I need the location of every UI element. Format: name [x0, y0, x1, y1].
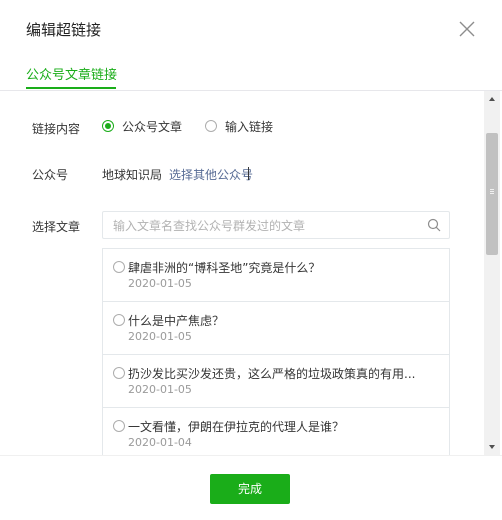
radio-unchecked-icon[interactable]: [113, 314, 125, 326]
article-date: 2020-01-04: [128, 436, 192, 449]
select-other-account-link[interactable]: 选择其他公众号: [169, 166, 253, 183]
account-name: 地球知识局: [102, 168, 163, 182]
article-list: 肆虐非洲的“博科圣地”究竟是什么？ 2020-01-05 什么是中产焦虑？ 20…: [102, 248, 450, 455]
article-search[interactable]: [102, 211, 450, 240]
article-label: 选择文章: [32, 220, 81, 234]
done-button[interactable]: 完成: [210, 474, 290, 504]
text-cursor: [248, 167, 249, 180]
radio-article-label: 公众号文章: [122, 119, 183, 134]
content-label: 链接内容: [32, 122, 81, 136]
radio-checked-icon[interactable]: [102, 120, 114, 132]
list-item[interactable]: 肆虐非洲的“博科圣地”究竟是什么？ 2020-01-05: [103, 249, 449, 302]
radio-input-link-label: 输入链接: [225, 119, 274, 134]
radio-unchecked-icon[interactable]: [113, 367, 125, 379]
search-icon[interactable]: [427, 218, 441, 232]
article-date: 2020-01-05: [128, 383, 192, 396]
radio-unchecked-icon[interactable]: [113, 261, 125, 273]
radio-input-link[interactable]: 输入链接: [205, 118, 273, 134]
list-item[interactable]: 什么是中产焦虑？ 2020-01-05: [103, 302, 449, 355]
article-search-input[interactable]: [111, 212, 425, 240]
article-date: 2020-01-05: [128, 330, 192, 343]
article-title: 肆虐非洲的“博科圣地”究竟是什么？: [128, 261, 321, 275]
radio-article[interactable]: 公众号文章: [102, 118, 182, 134]
article-date: 2020-01-05: [128, 277, 192, 290]
dialog-footer: 完成: [0, 455, 502, 520]
grip-icon: [490, 189, 494, 190]
article-title: 什么是中产焦虑？: [128, 314, 225, 328]
list-item[interactable]: 扔沙发比买沙发还贵，这么严格的垃圾政策真的有用... 2020-01-05: [103, 355, 449, 408]
vertical-scrollbar[interactable]: [484, 91, 500, 455]
radio-unchecked-icon[interactable]: [113, 420, 125, 432]
dialog-title: 编辑超链接: [26, 21, 102, 39]
scrollbar-thumb[interactable]: [486, 133, 498, 255]
account-label: 公众号: [32, 168, 69, 182]
article-title: 扔沙发比买沙发还贵，这么严格的垃圾政策真的有用...: [128, 367, 416, 381]
article-title: 一文看懂，伊朗在伊拉克的代理人是谁？: [128, 420, 345, 434]
tab-active-indicator: [26, 87, 116, 89]
edit-hyperlink-dialog: 编辑超链接 公众号文章链接 链接内容 公众号文章 输入链接 公众号 地球知识局 …: [0, 0, 502, 520]
scroll-up-icon[interactable]: [484, 91, 500, 107]
dialog-body: 链接内容 公众号文章 输入链接 公众号 地球知识局 选择其他公众号 选择文章 肆…: [0, 91, 484, 455]
scroll-down-icon[interactable]: [484, 439, 500, 455]
close-icon[interactable]: [457, 19, 477, 39]
radio-unchecked-icon[interactable]: [205, 120, 217, 132]
tab-article-link[interactable]: 公众号文章链接: [26, 64, 117, 83]
list-item[interactable]: 一文看懂，伊朗在伊拉克的代理人是谁？ 2020-01-04: [103, 408, 449, 455]
tab-bar: 公众号文章链接: [0, 54, 502, 91]
